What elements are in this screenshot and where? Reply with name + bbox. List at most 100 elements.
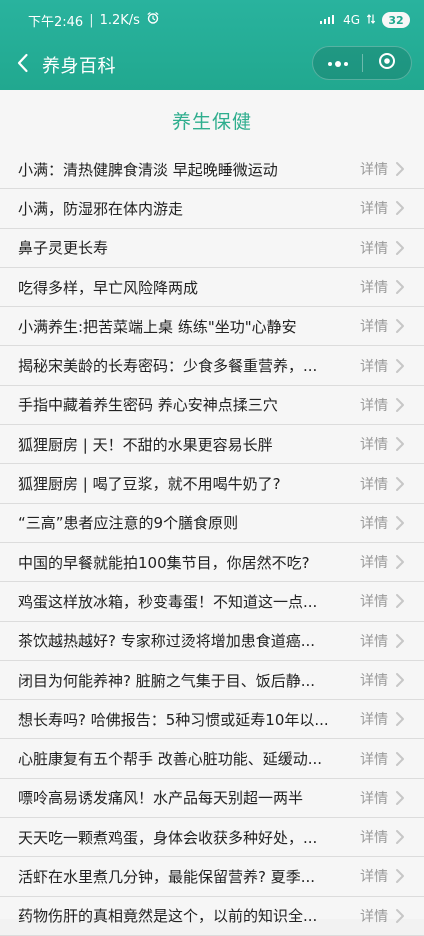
article-title: 揭秘宋美龄的长寿密码：少食多餐重营养，... [18,357,318,376]
chevron-left-icon [16,53,30,77]
battery-indicator: 32 [382,12,410,28]
list-item[interactable]: “三高”患者应注意的9个膳食原则 详情 [0,504,424,543]
detail-label: 详情 [360,908,388,925]
detail-label: 详情 [360,633,388,650]
article-title: 狐狸厨房 | 天！不甜的水果更容易长胖 [18,435,273,454]
status-time: 下午2:46 [28,14,84,30]
article-title: 小满：清热健脾食清淡 早起晚睡微运动 [18,160,278,179]
chevron-right-icon [394,751,406,767]
back-button[interactable] [12,53,34,77]
chevron-right-icon [394,240,406,256]
detail-label: 详情 [360,201,388,218]
list-item[interactable]: 鼻子灵更长寿 详情 [0,229,424,268]
article-title: 狐狸厨房 | 喝了豆浆，就不用喝牛奶了? [18,475,281,494]
list-item[interactable]: 中国的早餐就能拍100集节目，你居然不吃? 详情 [0,543,424,583]
chevron-right-icon [394,908,406,924]
article-title: 茶饮越热越好? 专家称过烫将增加患食道癌... [18,632,316,651]
list-item[interactable]: 鸡蛋这样放冰箱，秒变毒蛋！不知道这一点... 详情 [0,582,424,622]
list-item[interactable]: 药物伤肝的真相竟然是这个，以前的知识全... 详情 [0,897,424,936]
list-item[interactable]: 天天吃一颗煮鸡蛋，身体会收获多种好处，... 详情 [0,818,424,858]
list-item[interactable]: 闭目为何能养神? 脏腑之气集于目、饭后静... 详情 [0,661,424,701]
detail-label: 详情 [360,712,388,729]
page-title: 养身百科 [42,56,116,77]
chevron-right-icon [394,711,406,727]
article-title: 中国的早餐就能拍100集节目，你居然不吃? [18,553,310,572]
main-content: 养生保健 小满：清热健脾食清淡 早起晚睡微运动 详情 小满，防湿邪在体内游走 详… [0,90,424,936]
list-item[interactable]: 手指中藏着养生密码 养心安神点揉三穴 详情 [0,386,424,426]
article-title: 小满养生:把苦菜端上桌 练练"坐功"心静安 [18,317,297,336]
list-item[interactable]: 小满：清热健脾食清淡 早起晚睡微运动 详情 [0,150,424,190]
detail-label: 详情 [360,319,388,336]
article-title: “三高”患者应注意的9个膳食原则 [18,514,239,533]
mini-program-capsule [312,46,412,80]
article-title: 活虾在水里煮几分钟，最能保留营养? 夏季... [18,867,316,886]
detail-label: 详情 [360,673,388,689]
article-title: 闭目为何能养神? 脏腑之气集于目、饭后静... [18,671,316,690]
nav-bar: 养身百科 [0,40,424,90]
chevron-right-icon [394,672,406,688]
list-item[interactable]: 揭秘宋美龄的长寿密码：少食多餐重营养，... 详情 [0,346,424,386]
list-item[interactable]: 小满养生:把苦菜端上桌 练练"坐功"心静安 详情 [0,307,424,347]
chevron-right-icon [394,200,406,216]
chevron-right-icon [394,633,406,649]
detail-label: 详情 [360,240,388,257]
top-bar: 下午2:46 | 1.2K/s 4G 32 养身百科 [0,0,424,90]
list-item[interactable]: 茶饮越热越好? 专家称过烫将增加患食道癌... 详情 [0,622,424,661]
chevron-right-icon [394,790,406,806]
alarm-icon [146,11,160,29]
list-item[interactable]: 吃得多样，早亡风险降两成 详情 [0,268,424,308]
detail-label: 详情 [360,437,388,454]
status-left: 下午2:46 | 1.2K/s [28,11,160,30]
detail-label: 详情 [360,830,388,847]
chevron-right-icon [394,593,406,609]
detail-label: 详情 [360,476,388,493]
detail-label: 详情 [360,869,388,886]
chevron-right-icon [394,397,406,413]
list-item[interactable]: 狐狸厨房 | 天！不甜的水果更容易长胖 详情 [0,425,424,465]
status-right: 4G 32 [319,12,410,28]
chevron-right-icon [394,515,406,531]
article-title: 嘌呤高易诱发痛风！水产品每天别超一两半 [18,789,304,808]
signal-icon [319,13,337,28]
chevron-right-icon [394,829,406,845]
article-title: 鸡蛋这样放冰箱，秒变毒蛋！不知道这一点... [18,592,318,611]
detail-label: 详情 [360,555,388,572]
more-icon [325,54,351,73]
detail-label: 详情 [360,751,388,768]
section-title: 养生保健 [171,110,252,133]
article-title: 小满，防湿邪在体内游走 [18,199,184,218]
list-item[interactable]: 狐狸厨房 | 喝了豆浆，就不用喝牛奶了? 详情 [0,464,424,504]
article-title: 鼻子灵更长寿 [18,239,109,258]
detail-label: 详情 [360,790,388,807]
target-close-icon [378,52,396,74]
chevron-right-icon [394,436,406,452]
list-item[interactable]: 想长寿吗? 哈佛报告：5种习惯或延寿10年以... 详情 [0,700,424,740]
chevron-right-icon [394,554,406,570]
chevron-right-icon [394,161,406,177]
chevron-right-icon [394,279,406,295]
detail-label: 详情 [360,397,388,414]
detail-label: 详情 [360,280,388,297]
chevron-right-icon [394,868,406,884]
network-type: 4G [343,13,360,27]
network-speed: 1.2K/s [99,12,140,28]
status-bar: 下午2:46 | 1.2K/s 4G 32 [0,0,424,40]
list-item[interactable]: 心脏康复有五个帮手 改善心脏功能、延缓动... 详情 [0,739,424,779]
article-title: 吃得多样，早亡风险降两成 [18,278,199,297]
article-title: 手指中藏着养生密码 养心安神点揉三穴 [18,396,278,415]
list-item[interactable]: 嘌呤高易诱发痛风！水产品每天别超一两半 详情 [0,779,424,819]
detail-label: 详情 [360,594,388,611]
list-item[interactable]: 活虾在水里煮几分钟，最能保留营养? 夏季... 详情 [0,857,424,897]
article-title: 想长寿吗? 哈佛报告：5种习惯或延寿10年以... [18,710,329,729]
article-title: 心脏康复有五个帮手 改善心脏功能、延缓动... [18,750,323,769]
article-title: 药物伤肝的真相竟然是这个，以前的知识全... [18,907,318,926]
status-separator: | [89,12,94,28]
data-arrows-icon [366,13,376,28]
detail-label: 详情 [360,162,388,179]
detail-label: 详情 [360,358,388,375]
close-button[interactable] [363,47,411,79]
list-item[interactable]: 小满，防湿邪在体内游走 详情 [0,189,424,229]
more-button[interactable] [313,47,362,79]
chevron-right-icon [394,476,406,492]
article-list: 小满：清热健脾食清淡 早起晚睡微运动 详情 小满，防湿邪在体内游走 详情 鼻子灵… [0,150,424,936]
